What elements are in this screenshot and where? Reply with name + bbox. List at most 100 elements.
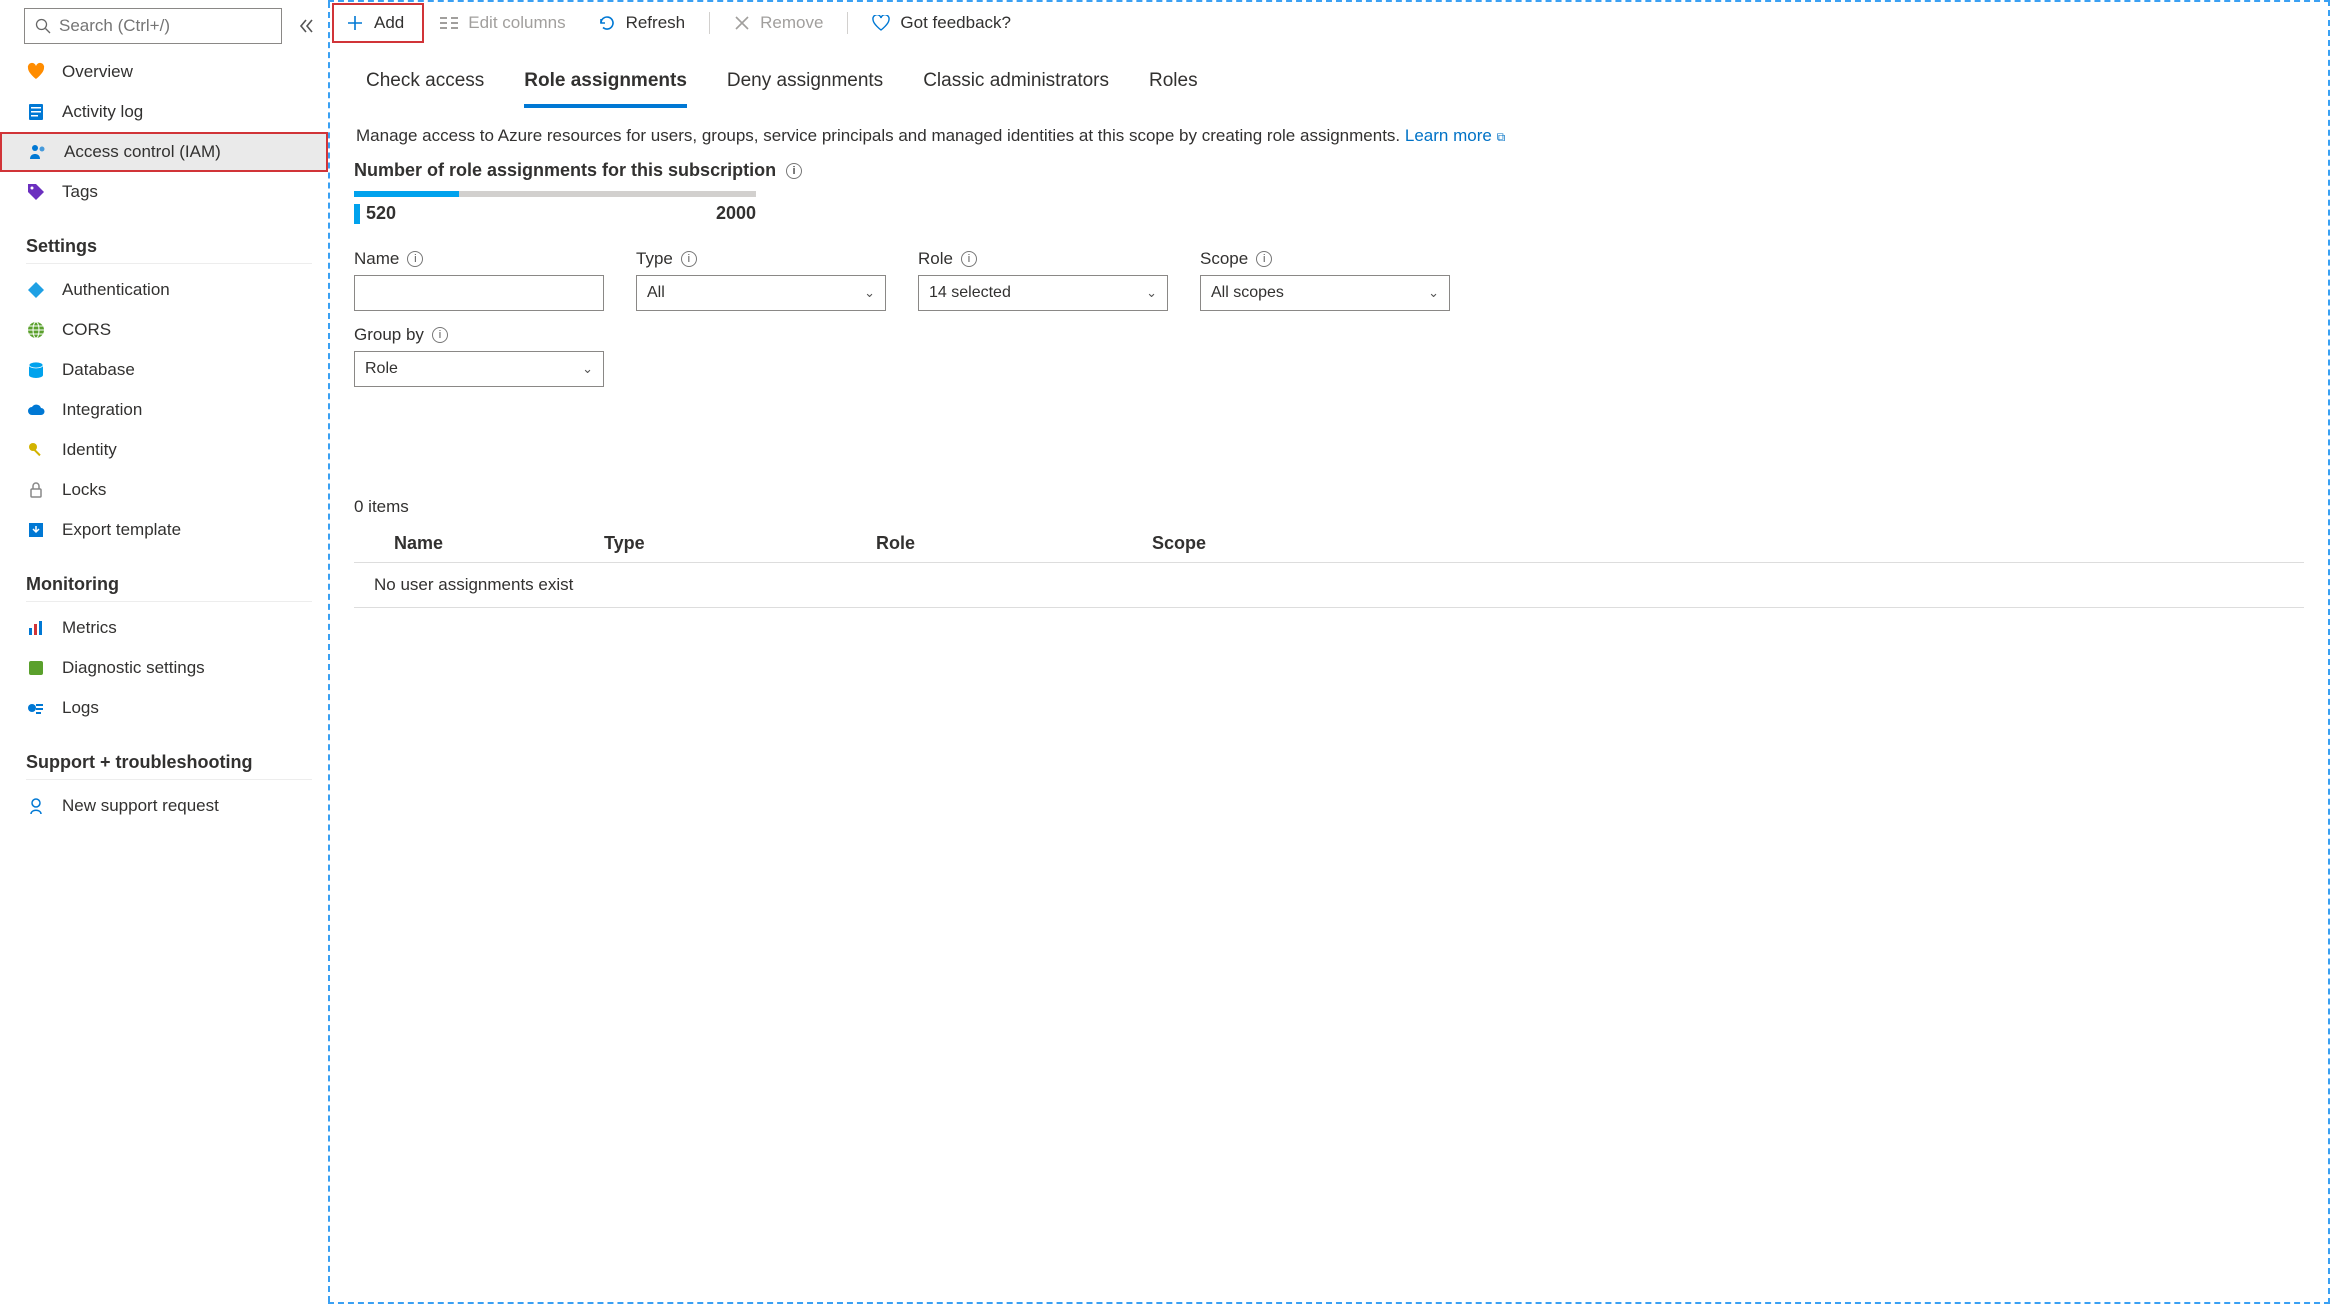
remove-label: Remove (760, 13, 823, 33)
sidebar-item-cors[interactable]: CORS (0, 310, 328, 350)
search-input[interactable] (51, 16, 271, 36)
sidebar-item-authentication[interactable]: Authentication (0, 270, 328, 310)
refresh-icon (598, 14, 616, 32)
filter-name-label: Name (354, 249, 399, 269)
add-button[interactable]: Add (332, 3, 424, 43)
heart-icon (26, 62, 46, 82)
add-label: Add (374, 13, 404, 33)
table-header: Name Type Role Scope (354, 525, 2304, 563)
remove-button[interactable]: Remove (718, 4, 839, 42)
toolbar: Add Edit columns Refresh Remove Got feed… (330, 2, 2328, 44)
edit-columns-button[interactable]: Edit columns (424, 4, 581, 42)
filter-name-input[interactable] (354, 275, 604, 311)
col-scope[interactable]: Scope (1152, 533, 1402, 554)
sidebar-item-tags[interactable]: Tags (0, 172, 328, 212)
search-icon (35, 18, 51, 34)
sidebar-item-access-control-iam-[interactable]: Access control (IAM) (0, 132, 328, 172)
sidebar-item-diagnostic-settings[interactable]: Diagnostic settings (0, 648, 328, 688)
edit-columns-label: Edit columns (468, 13, 565, 33)
filter-groupby-value: Role (365, 360, 398, 378)
sidebar: Overview Activity log Access control (IAM)… (0, 0, 328, 1304)
quota-current-value: 520 (366, 203, 396, 224)
sidebar-item-label: Identity (62, 440, 117, 460)
col-type[interactable]: Type (604, 533, 876, 554)
sidebar-item-identity[interactable]: Identity (0, 430, 328, 470)
description-text: Manage access to Azure resources for use… (356, 126, 1400, 145)
sidebar-group-monitoring: Monitoring (0, 574, 328, 595)
collapse-sidebar-button[interactable] (298, 17, 316, 35)
sidebar-item-logs[interactable]: Logs (0, 688, 328, 728)
learn-more-link[interactable]: Learn more ⧉ (1405, 126, 1505, 145)
sidebar-item-export-template[interactable]: Export template (0, 510, 328, 550)
info-icon[interactable]: i (681, 251, 697, 267)
sidebar-item-label: Access control (IAM) (64, 142, 221, 162)
info-icon[interactable]: i (407, 251, 423, 267)
sidebar-item-database[interactable]: Database (0, 350, 328, 390)
info-icon[interactable]: i (432, 327, 448, 343)
filter-type-label: Type (636, 249, 673, 269)
filter-type-select[interactable]: All ⌄ (636, 275, 886, 311)
info-icon[interactable]: i (1256, 251, 1272, 267)
sidebar-item-integration[interactable]: Integration (0, 390, 328, 430)
col-role[interactable]: Role (876, 533, 1152, 554)
sidebar-item-label: Metrics (62, 618, 117, 638)
filter-role-label: Role (918, 249, 953, 269)
quota-title: Number of role assignments for this subs… (354, 160, 2304, 181)
filter-role-select[interactable]: 14 selected⌄ (918, 275, 1168, 311)
tab-roles[interactable]: Roles (1149, 60, 1198, 108)
results-table: Name Type Role Scope No user assignments… (354, 525, 2304, 608)
sidebar-item-locks[interactable]: Locks (0, 470, 328, 510)
toolbar-separator (847, 12, 848, 34)
sidebar-item-metrics[interactable]: Metrics (0, 608, 328, 648)
diag-icon (26, 658, 46, 678)
sidebar-group-settings: Settings (0, 236, 328, 257)
x-icon (734, 15, 750, 31)
filter-scope: Scopei All scopes⌄ (1200, 249, 1450, 387)
filter-scope-value: All scopes (1211, 284, 1284, 302)
columns-icon (440, 16, 458, 30)
filter-scope-label: Scope (1200, 249, 1248, 269)
filter-groupby-label: Group by (354, 325, 424, 345)
search-box[interactable] (24, 8, 282, 44)
toolbar-separator (709, 12, 710, 34)
tab-classic-administrators[interactable]: Classic administrators (923, 60, 1109, 108)
filter-groupby-select[interactable]: Role⌄ (354, 351, 604, 387)
support-icon (26, 796, 46, 816)
sidebar-item-overview[interactable]: Overview (0, 52, 328, 92)
description: Manage access to Azure resources for use… (354, 126, 2304, 146)
quota-current: 520 (354, 203, 396, 224)
logs-icon (26, 698, 46, 718)
filter-scope-select[interactable]: All scopes⌄ (1200, 275, 1450, 311)
refresh-button[interactable]: Refresh (582, 4, 702, 42)
main-content: Add Edit columns Refresh Remove Got feed… (328, 0, 2330, 1304)
empty-row: No user assignments exist (354, 563, 2304, 608)
sidebar-item-new-support-request[interactable]: New support request (0, 786, 328, 826)
sidebar-item-label: Integration (62, 400, 142, 420)
sidebar-item-label: New support request (62, 796, 219, 816)
refresh-label: Refresh (626, 13, 686, 33)
info-icon[interactable]: i (786, 163, 802, 179)
sidebar-group-support-troubleshooting: Support + troubleshooting (0, 752, 328, 773)
cloud-icon (26, 400, 46, 420)
sidebar-item-label: Overview (62, 62, 133, 82)
external-link-icon: ⧉ (1497, 130, 1506, 144)
key-icon (26, 440, 46, 460)
chevron-down-icon: ⌄ (864, 285, 875, 301)
tag-icon (26, 182, 46, 202)
tab-role-assignments[interactable]: Role assignments (524, 60, 687, 108)
quota-progress-bar (354, 191, 756, 197)
sidebar-item-activity-log[interactable]: Activity log (0, 92, 328, 132)
feedback-button[interactable]: Got feedback? (856, 4, 1027, 42)
log-icon (26, 102, 46, 122)
chevron-double-left-icon (298, 17, 316, 35)
lock-icon (26, 480, 46, 500)
info-icon[interactable]: i (961, 251, 977, 267)
heart-icon (872, 15, 890, 31)
globe-icon (26, 320, 46, 340)
people-icon (28, 142, 48, 162)
col-name[interactable]: Name (354, 533, 604, 554)
tab-check-access[interactable]: Check access (366, 60, 484, 108)
filter-type-value: All (647, 284, 665, 302)
chevron-down-icon: ⌄ (1146, 285, 1157, 301)
tab-deny-assignments[interactable]: Deny assignments (727, 60, 883, 108)
